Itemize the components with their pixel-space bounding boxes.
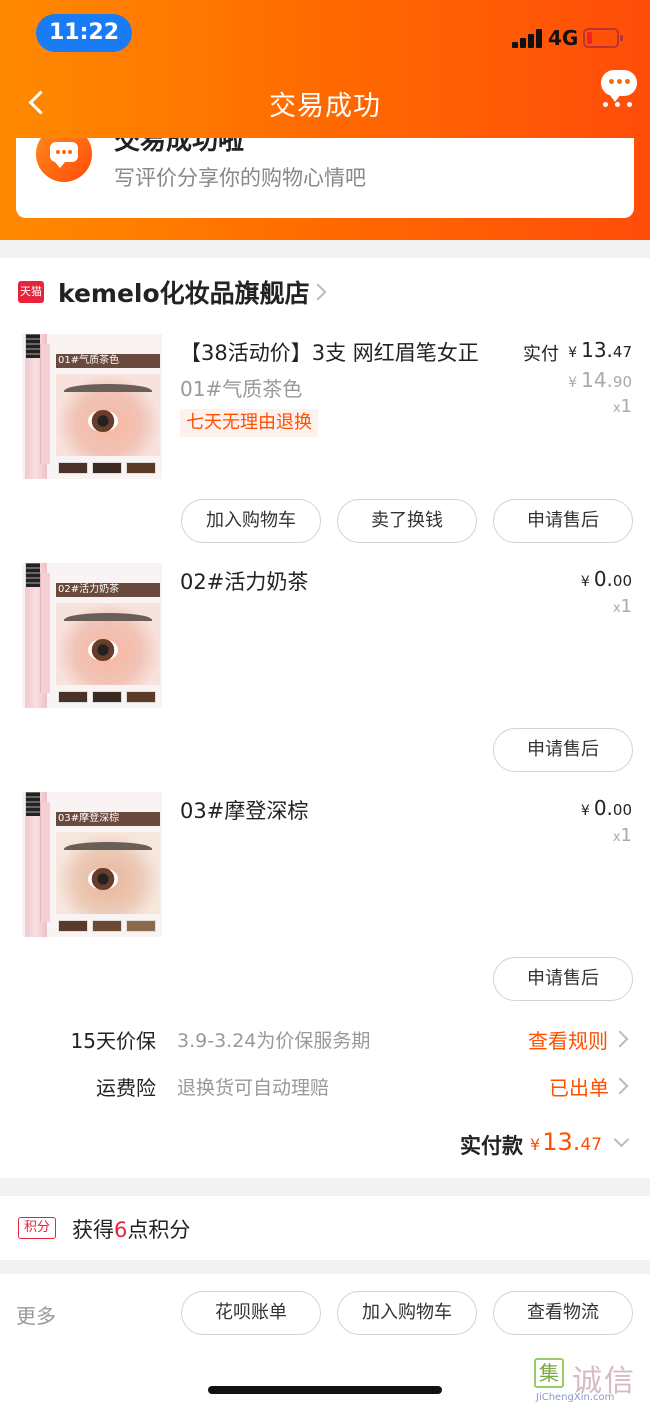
total-label: 实付款 xyxy=(460,1134,523,1158)
after-sales-button[interactable]: 申请售后 xyxy=(493,957,633,1001)
success-title: 交易成功啦 xyxy=(114,138,245,156)
insurance-issued-link[interactable]: 已出单 xyxy=(549,1072,609,1101)
product-thumbnail[interactable]: 02#活力奶茶 xyxy=(22,563,162,708)
product-sku: 01#气质茶色 xyxy=(180,377,303,401)
chevron-right-icon[interactable] xyxy=(309,283,327,301)
shipping-insurance-label: 运费险 xyxy=(96,1076,156,1100)
after-sales-button[interactable]: 申请售后 xyxy=(493,499,633,543)
shipping-insurance-value: 退换货可自动理赔 xyxy=(177,1077,330,1099)
shop-name[interactable]: kemelo化妆品旗舰店 xyxy=(58,274,310,310)
product-title[interactable]: 【38活动价】3支 网红眉笔女正 xyxy=(180,337,479,367)
success-subtitle: 写评价分享你的购物心情吧 xyxy=(114,166,366,190)
chevron-right-icon[interactable] xyxy=(611,1030,629,1048)
product-title[interactable]: 03#摩登深棕 xyxy=(180,795,308,825)
product-title[interactable]: 02#活力奶茶 xyxy=(180,566,308,596)
network-type: 4G xyxy=(548,26,579,50)
paid-label: 实付 xyxy=(523,344,559,365)
home-indicator[interactable] xyxy=(208,1386,442,1394)
battery-icon xyxy=(583,28,623,48)
tmall-logo: 天猫 xyxy=(18,281,44,303)
chevron-down-icon[interactable] xyxy=(613,1131,630,1148)
quantity: x1 xyxy=(612,596,632,617)
quantity: x1 xyxy=(612,396,632,417)
product-thumbnail[interactable]: 01#气质茶色 xyxy=(22,334,162,479)
divider xyxy=(0,1178,650,1196)
status-time: 11:22 xyxy=(36,14,132,52)
watermark: 集 诚信 JiChengXin.com xyxy=(532,1356,650,1406)
add-to-cart-button[interactable]: 加入购物车 xyxy=(337,1291,477,1335)
huabei-bill-button[interactable]: 花呗账单 xyxy=(181,1291,321,1335)
success-card[interactable]: 交易成功啦 写评价分享你的购物心情吧 xyxy=(16,138,634,218)
quantity: x1 xyxy=(612,825,632,846)
page-title: 交易成功 xyxy=(269,91,381,122)
signal-icon xyxy=(512,28,544,48)
points-text: 获得6点积分 xyxy=(72,1218,191,1242)
price-protect-value: 3.9-3.24为价保服务期 xyxy=(177,1030,371,1052)
paid-price: ¥0.00 xyxy=(580,796,632,820)
view-logistics-button[interactable]: 查看物流 xyxy=(493,1291,633,1335)
after-sales-button[interactable]: 申请售后 xyxy=(493,728,633,772)
more-label[interactable]: 更多 xyxy=(16,1300,56,1329)
return-policy-badge: 七天无理由退换 xyxy=(180,409,318,437)
divider xyxy=(0,240,650,258)
price-protect-label: 15天价保 xyxy=(70,1029,156,1053)
original-price: ¥14.90 xyxy=(568,368,632,392)
points-badge: 积分 xyxy=(18,1217,56,1239)
add-to-cart-button[interactable]: 加入购物车 xyxy=(181,499,321,543)
more-dots-icon[interactable] xyxy=(601,102,635,108)
status-bar: 11:22 4G xyxy=(0,0,650,70)
paid-price: ¥13.47 xyxy=(568,338,632,362)
header: 11:22 4G 交易成功 交易成功啦 写评价分享你的购物心情吧 xyxy=(0,0,650,240)
resell-button[interactable]: 卖了换钱 xyxy=(337,499,477,543)
review-chat-icon xyxy=(36,138,92,182)
divider xyxy=(0,1260,650,1274)
chevron-right-icon[interactable] xyxy=(611,1077,629,1095)
total-price: ¥13.47 xyxy=(530,1128,602,1156)
paid-price: ¥0.00 xyxy=(580,567,632,591)
product-thumbnail[interactable]: 03#摩登深棕 xyxy=(22,792,162,937)
view-rules-link[interactable]: 查看规则 xyxy=(528,1025,608,1054)
